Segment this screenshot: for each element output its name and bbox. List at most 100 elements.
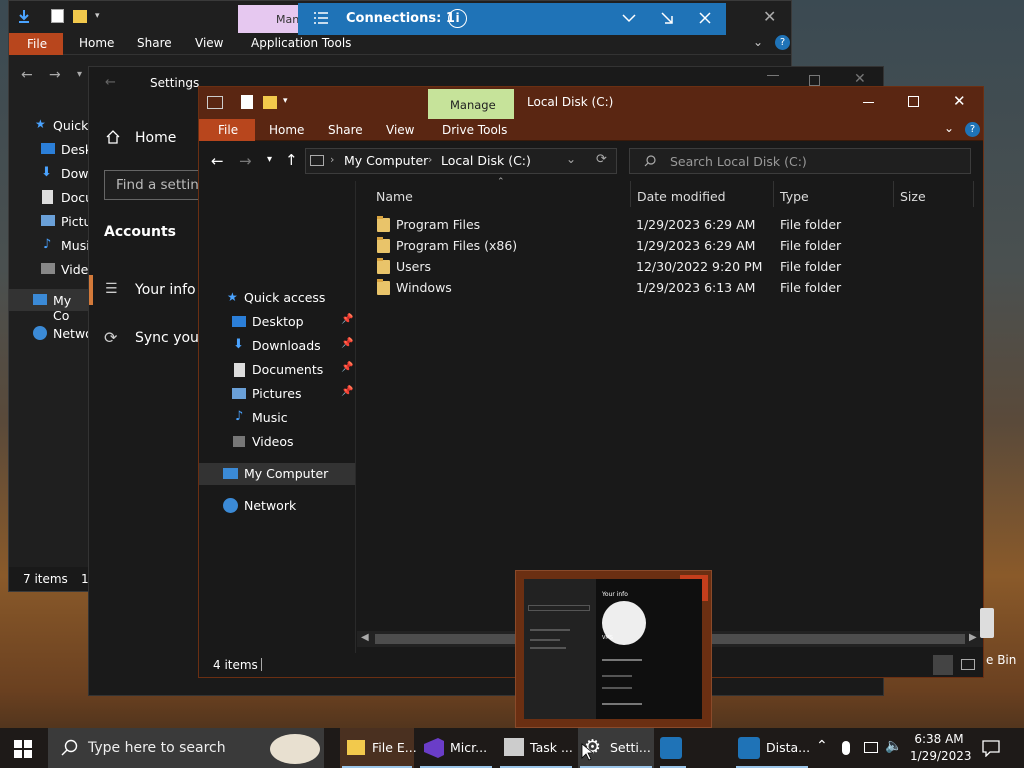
tab-view[interactable]: View xyxy=(386,123,414,137)
nav-quick-access[interactable]: ★ Quick access xyxy=(199,287,355,309)
search-input[interactable]: Search Local Disk (C:) xyxy=(629,148,971,174)
nav-music[interactable]: ♪ Music xyxy=(199,407,355,429)
forward-arrow-icon[interactable]: → xyxy=(49,67,61,83)
info-icon[interactable]: i xyxy=(448,9,467,28)
nav-network[interactable]: Netwo xyxy=(53,326,93,341)
menu-icon[interactable] xyxy=(314,12,328,24)
clock-time[interactable]: 6:38 AM xyxy=(914,732,964,746)
forward-arrow-icon[interactable]: → xyxy=(239,152,252,170)
close-icon[interactable]: ✕ xyxy=(854,71,866,87)
pin-icon[interactable]: 📌 xyxy=(341,386,353,397)
minimize-icon[interactable] xyxy=(863,102,874,103)
nav-downloads[interactable]: ⬇ Downloads 📌 xyxy=(199,335,355,357)
nav-music[interactable]: Musi xyxy=(61,238,90,253)
nav-videos[interactable]: Videos xyxy=(199,431,355,453)
table-row[interactable]: Program Files 1/29/2023 6:29 AM File fol… xyxy=(377,215,957,236)
breadcrumb-local-disk[interactable]: Local Disk (C:) xyxy=(441,153,531,168)
close-icon[interactable]: ✕ xyxy=(953,92,966,110)
tab-home[interactable]: Home xyxy=(79,36,114,50)
settings-your-info[interactable]: Your info xyxy=(135,282,196,298)
close-icon[interactable] xyxy=(698,11,712,25)
nav-network[interactable]: Network xyxy=(199,495,355,517)
chevron-up-icon[interactable]: ⌃ xyxy=(816,738,828,754)
qat-dropdown-icon[interactable]: ▾ xyxy=(283,96,288,106)
tab-file[interactable]: File xyxy=(199,119,255,141)
recent-dropdown-icon[interactable]: ▾ xyxy=(267,154,272,165)
nav-pictures[interactable]: Pictu xyxy=(61,214,91,229)
up-arrow-icon[interactable]: ↑ xyxy=(285,151,298,169)
tab-file[interactable]: File xyxy=(9,33,63,55)
taskbar-visual-studio[interactable]: Micr... xyxy=(418,728,494,768)
properties-icon[interactable] xyxy=(241,95,253,109)
folder-icon[interactable] xyxy=(263,96,277,109)
clock-date[interactable]: 1/29/2023 xyxy=(910,749,972,763)
back-arrow-icon[interactable]: ← xyxy=(211,152,224,170)
find-setting-input[interactable]: Find a setting xyxy=(104,170,207,200)
network-icon[interactable] xyxy=(864,742,878,753)
nav-quick[interactable]: Quick xyxy=(53,118,88,133)
minimize-icon[interactable] xyxy=(767,75,779,76)
scroll-right-icon[interactable]: ▶ xyxy=(969,632,977,643)
column-divider[interactable] xyxy=(630,181,631,207)
tab-drive-tools[interactable]: Drive Tools xyxy=(442,123,507,137)
column-name[interactable]: Name xyxy=(376,189,413,204)
pin-icon[interactable]: 📌 xyxy=(341,314,353,325)
tab-view[interactable]: View xyxy=(195,36,223,50)
microphone-icon[interactable] xyxy=(842,741,850,755)
contextual-tab-manage[interactable]: Manage xyxy=(238,5,320,33)
column-divider[interactable] xyxy=(893,181,894,207)
contextual-tab-manage[interactable]: Manage xyxy=(428,89,514,119)
help-icon[interactable]: ? xyxy=(965,122,980,137)
chevron-down-icon[interactable]: ⌄ xyxy=(944,121,954,135)
help-icon[interactable]: ? xyxy=(775,35,790,50)
taskbar-distant[interactable]: Dista... xyxy=(734,728,810,768)
windows-start-icon[interactable] xyxy=(14,740,32,758)
back-arrow-icon[interactable]: ← xyxy=(21,67,33,83)
column-divider[interactable] xyxy=(773,181,774,207)
column-date-modified[interactable]: Date modified xyxy=(637,189,726,204)
minimize-arrow-icon[interactable] xyxy=(660,11,674,25)
address-bar[interactable]: › My Computer › Local Disk (C:) ⌄ ⟳ xyxy=(305,148,617,174)
taskbar-search-box[interactable]: Type here to search xyxy=(48,728,324,768)
close-icon[interactable]: ✕ xyxy=(763,7,776,26)
nav-pictures[interactable]: Pictures 📌 xyxy=(199,383,355,405)
notification-icon[interactable] xyxy=(982,739,1000,757)
chevron-down-icon[interactable] xyxy=(622,12,636,24)
maximize-icon[interactable] xyxy=(908,96,919,107)
tab-home[interactable]: Home xyxy=(269,123,304,137)
volume-icon[interactable]: 🔈 xyxy=(885,738,902,754)
taskbar-thumbnail-preview[interactable]: ✕ Your info VMS xyxy=(515,570,712,728)
refresh-icon[interactable]: ⟳ xyxy=(596,152,607,167)
breadcrumb-my-computer[interactable]: My Computer xyxy=(344,153,428,168)
folder-icon[interactable] xyxy=(73,10,87,23)
chevron-down-icon[interactable]: ⌄ xyxy=(753,35,763,49)
large-icons-view-icon[interactable] xyxy=(961,659,975,670)
table-row[interactable]: Windows 1/29/2023 6:13 AM File folder xyxy=(377,278,957,299)
column-size[interactable]: Size xyxy=(900,189,926,204)
nav-my-computer[interactable]: My Computer xyxy=(199,463,355,485)
address-dropdown-icon[interactable]: ⌄ xyxy=(566,152,576,166)
taskbar-task-manager[interactable]: Task ... xyxy=(498,728,574,768)
column-type[interactable]: Type xyxy=(780,189,809,204)
details-view-icon[interactable] xyxy=(933,655,953,675)
table-row[interactable]: Program Files (x86) 1/29/2023 6:29 AM Fi… xyxy=(377,236,957,257)
pin-icon[interactable]: 📌 xyxy=(341,362,353,373)
recent-dropdown-icon[interactable]: ▾ xyxy=(77,69,82,80)
nav-desktop[interactable]: Desktop 📌 xyxy=(199,311,355,333)
taskbar-remote-app[interactable] xyxy=(658,728,688,768)
back-arrow-icon[interactable]: ← xyxy=(105,75,116,90)
scroll-left-icon[interactable]: ◀ xyxy=(361,632,369,643)
tab-application-tools[interactable]: Application Tools xyxy=(251,36,351,50)
nav-my-computer-selected[interactable]: My Co xyxy=(9,289,89,323)
column-divider[interactable] xyxy=(973,181,974,207)
properties-icon[interactable] xyxy=(51,9,64,23)
recycle-bin-label[interactable]: e Bin xyxy=(986,653,1016,667)
maximize-icon[interactable] xyxy=(809,75,820,86)
taskbar-settings[interactable]: ⚙ Setti... xyxy=(578,728,654,768)
tab-share[interactable]: Share xyxy=(137,36,172,50)
tab-share[interactable]: Share xyxy=(328,123,363,137)
settings-sync[interactable]: Sync your xyxy=(135,330,205,346)
taskbar-file-explorer[interactable]: File E... xyxy=(340,728,417,768)
qat-dropdown-icon[interactable]: ▾ xyxy=(95,11,100,21)
nav-documents[interactable]: Documents 📌 xyxy=(199,359,355,381)
